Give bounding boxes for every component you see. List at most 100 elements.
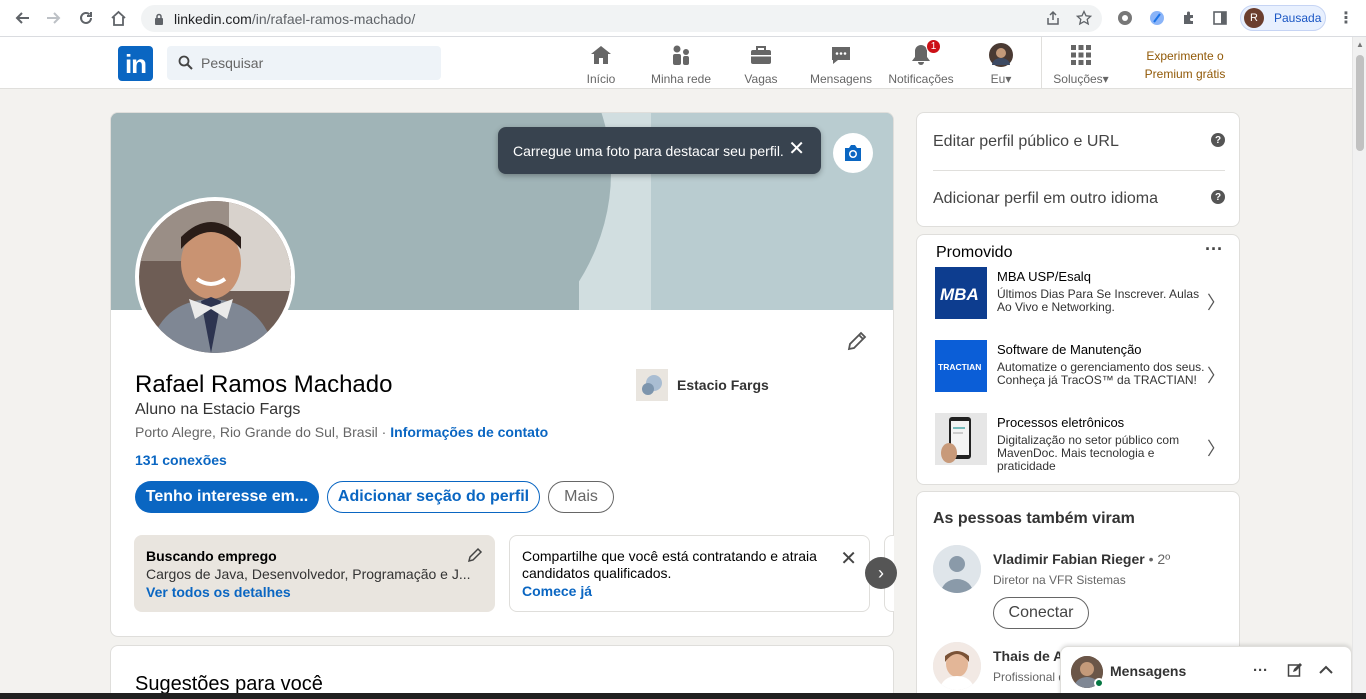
ad-title: MBA USP/Esalq bbox=[997, 269, 1091, 284]
chevron-right-icon[interactable]: › bbox=[865, 557, 897, 589]
network-icon bbox=[669, 43, 693, 67]
side-panel-icon[interactable] bbox=[1210, 8, 1230, 28]
ad-item[interactable]: MBA MBA USP/Esalq Últimos Dias Para Se I… bbox=[935, 267, 1225, 321]
add-language-label: Adicionar perfil em outro idioma bbox=[933, 190, 1158, 207]
help-question-icon[interactable]: ? bbox=[1211, 190, 1225, 204]
edit-public-profile-link[interactable]: Editar perfil público e URL ? bbox=[933, 133, 1225, 151]
share-icon[interactable] bbox=[1045, 10, 1061, 30]
tooltip-text: Carregue uma foto para destacar seu perf… bbox=[513, 142, 784, 159]
open-to-button[interactable]: Tenho interesse em... bbox=[135, 481, 319, 513]
ad-logo-tractian: TRACTIAN bbox=[935, 340, 987, 392]
more-button[interactable]: Mais bbox=[548, 481, 614, 513]
browser-profile-button[interactable]: R Pausada bbox=[1240, 5, 1326, 31]
compose-icon[interactable] bbox=[1287, 662, 1303, 682]
linkedin-logo-icon[interactable]: in bbox=[118, 46, 153, 81]
nav-notifications[interactable]: 1 Notificações bbox=[887, 39, 955, 89]
nav-solutions-label-wrap: Soluções▾ bbox=[1053, 72, 1108, 86]
me-avatar bbox=[989, 43, 1013, 67]
connect-button[interactable]: Conectar bbox=[993, 597, 1089, 629]
open-to-work-card[interactable]: Buscando emprego Cargos de Java, Desenvo… bbox=[134, 535, 495, 612]
contact-info-link[interactable]: Informações de contato bbox=[390, 424, 548, 440]
more-options-icon[interactable]: ··· bbox=[1253, 662, 1268, 679]
person-description: Profissional d bbox=[993, 670, 1066, 684]
nav-messaging[interactable]: Mensagens bbox=[808, 43, 874, 89]
more-options-icon[interactable]: ··· bbox=[1205, 239, 1223, 260]
home-browser-icon[interactable] bbox=[107, 7, 129, 29]
person-name[interactable]: Thais de Az bbox=[993, 648, 1070, 664]
premium-link[interactable]: Experimente o Premium grátis bbox=[1138, 47, 1232, 83]
nav-jobs[interactable]: Vagas bbox=[741, 43, 781, 89]
edit-pencil-icon[interactable] bbox=[467, 547, 483, 566]
ad-logo-mba: MBA bbox=[935, 267, 987, 319]
nav-me[interactable]: Eu▾ bbox=[984, 43, 1018, 89]
edit-intro-pencil-icon[interactable] bbox=[846, 330, 868, 355]
premium-line1: Experimente o bbox=[1146, 49, 1224, 63]
messaging-icon bbox=[829, 43, 853, 67]
extension-blue-icon[interactable] bbox=[1147, 8, 1167, 28]
close-icon[interactable]: ✕ bbox=[788, 139, 805, 159]
promoted-card: Promovido ··· MBA MBA USP/Esalq Últimos … bbox=[916, 234, 1240, 485]
close-icon[interactable]: ✕ bbox=[840, 546, 857, 571]
otw-details-link[interactable]: Ver todos os detalhes bbox=[146, 584, 483, 600]
browser-toolbar: linkedin.com/in/rafael-ramos-machado/ R … bbox=[0, 0, 1366, 37]
bookmark-star-icon[interactable] bbox=[1075, 9, 1093, 30]
ad-description: Automatize o gerenciamento dos seus. Con… bbox=[997, 360, 1205, 387]
nav-solutions-label: Soluções bbox=[1053, 72, 1103, 86]
nav-messaging-label: Mensagens bbox=[809, 72, 873, 86]
promoted-title: Promovido bbox=[936, 244, 1013, 261]
divider bbox=[933, 170, 1225, 171]
page-scrollbar[interactable]: ▲ bbox=[1352, 37, 1366, 699]
scroll-up-arrow-icon[interactable]: ▲ bbox=[1356, 40, 1364, 49]
search-box[interactable] bbox=[167, 46, 441, 80]
profile-settings-card: Editar perfil público e URL ? Adicionar … bbox=[916, 112, 1240, 227]
browser-menu-icon[interactable]: ⋮ bbox=[1338, 8, 1354, 28]
profile-location-line: Porto Alegre, Rio Grande do Sul, Brasil … bbox=[135, 424, 548, 440]
add-language-profile-link[interactable]: Adicionar perfil em outro idioma ? bbox=[933, 190, 1225, 208]
nav-home[interactable]: Início bbox=[582, 43, 620, 89]
help-question-icon[interactable]: ? bbox=[1211, 133, 1225, 147]
caret-down-icon: ▾ bbox=[1005, 72, 1012, 86]
person-name-line: Vladimir Fabian Rieger • 2º bbox=[993, 551, 1170, 567]
profile-photo[interactable] bbox=[135, 197, 295, 357]
add-profile-section-button[interactable]: Adicionar seção do perfil bbox=[327, 481, 540, 513]
nav-network[interactable]: Minha rede bbox=[648, 43, 714, 89]
address-bar[interactable]: linkedin.com/in/rafael-ramos-machado/ bbox=[141, 5, 1102, 32]
browser-profile-avatar: R bbox=[1244, 8, 1264, 28]
ad-item[interactable]: Processos eletrônicos Digitalização no s… bbox=[935, 413, 1225, 473]
back-arrow-icon[interactable] bbox=[11, 7, 33, 29]
hiring-card[interactable]: Compartilhe que você está contratando e … bbox=[509, 535, 870, 612]
otw-title: Buscando emprego bbox=[146, 548, 277, 564]
search-input[interactable] bbox=[201, 46, 431, 80]
scrollbar-thumb[interactable] bbox=[1356, 55, 1364, 151]
linkedin-global-nav: in Início Minha rede Vagas Mensagens 1 bbox=[0, 37, 1352, 89]
otw-description: Cargos de Java, Desenvolvedor, Programaç… bbox=[146, 566, 471, 582]
ad-title: Processos eletrônicos bbox=[997, 415, 1125, 430]
ad-item[interactable]: TRACTIAN Software de Manutenção Automati… bbox=[935, 340, 1225, 394]
ad-logo-text: MBA bbox=[940, 285, 979, 304]
person-name[interactable]: Vladimir Fabian Rieger bbox=[993, 551, 1145, 567]
chevron-right-icon: 〉 bbox=[1207, 439, 1225, 459]
extensions-puzzle-icon[interactable] bbox=[1179, 8, 1199, 28]
nav-network-label: Minha rede bbox=[650, 72, 712, 86]
extension-gear-icon[interactable] bbox=[1115, 8, 1135, 28]
browser-profile-status: Pausada bbox=[1274, 11, 1322, 25]
profile-location: Porto Alegre, Rio Grande do Sul, Brasil bbox=[135, 424, 378, 440]
search-icon bbox=[178, 55, 193, 73]
reload-icon[interactable] bbox=[75, 7, 97, 29]
person-name-line: Thais de Az bbox=[993, 648, 1070, 664]
home-icon bbox=[589, 43, 613, 67]
profile-headline: Aluno na Estacio Fargs bbox=[135, 401, 301, 418]
edit-banner-camera-icon[interactable] bbox=[833, 133, 873, 173]
messaging-overlay[interactable]: Mensagens ··· bbox=[1060, 646, 1352, 699]
forward-arrow-icon[interactable] bbox=[43, 7, 65, 29]
nav-solutions[interactable]: Soluções▾ bbox=[1048, 43, 1114, 89]
connections-link[interactable]: 131 conexões bbox=[135, 452, 227, 468]
url-text: linkedin.com/in/rafael-ramos-machado/ bbox=[174, 11, 415, 27]
ad-description: Digitalização no setor público com Maven… bbox=[997, 433, 1180, 473]
hiring-start-link[interactable]: Comece já bbox=[522, 583, 857, 599]
briefcase-icon bbox=[749, 43, 773, 67]
nav-notifications-label: Notificações bbox=[888, 72, 954, 86]
chevron-up-icon[interactable] bbox=[1318, 662, 1334, 682]
chevron-right-icon: 〉 bbox=[1207, 366, 1225, 386]
education-org[interactable]: Estacio Fargs bbox=[636, 369, 769, 401]
